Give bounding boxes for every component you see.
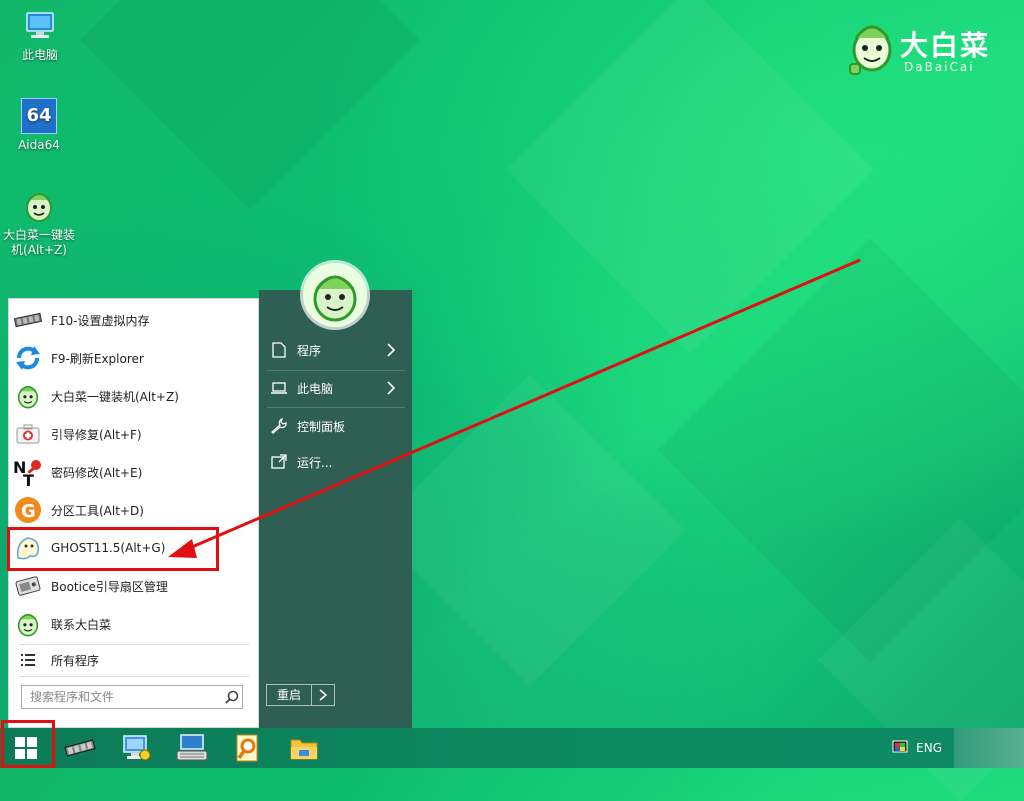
- taskbar: ENG: [0, 728, 1024, 768]
- file-explorer-icon: [290, 739, 318, 760]
- taskbar-search-tool-app[interactable]: [222, 728, 274, 768]
- start-menu-left-panel: F10-设置虚拟内存 F9-刷新Explorer 大白菜一键装机(Alt+Z) …: [8, 298, 259, 728]
- menu-item-label: F9-刷新Explorer: [51, 351, 144, 366]
- right-item-this-pc[interactable]: 此电脑: [259, 370, 412, 406]
- right-item-label: 运行...: [297, 455, 333, 470]
- menu-item-virtual-memory[interactable]: F10-设置虚拟内存: [9, 301, 258, 339]
- menu-item-password-change[interactable]: NT 密码修改(Alt+E): [9, 453, 258, 491]
- chevron-right-icon: [387, 343, 396, 357]
- taskbar-memory-app[interactable]: [54, 728, 106, 768]
- list-icon: [13, 650, 43, 670]
- language-indicator[interactable]: ENG: [916, 741, 942, 755]
- color-display-icon[interactable]: [892, 740, 908, 756]
- first-aid-icon: [13, 419, 43, 449]
- desktop-icon-label: 大白菜一键装机(Alt+Z): [2, 228, 75, 257]
- start-menu: F10-设置虚拟内存 F9-刷新Explorer 大白菜一键装机(Alt+Z) …: [0, 290, 412, 728]
- start-menu-right-panel: 程序 此电脑 控制面板 运行... 重启: [259, 290, 412, 728]
- taskbar-keyboard-app[interactable]: [166, 728, 218, 768]
- right-item-control-panel[interactable]: 控制面板: [259, 408, 412, 444]
- laptop-icon: [270, 379, 288, 397]
- restart-button[interactable]: 重启: [267, 685, 311, 705]
- document-icon: [270, 341, 288, 359]
- desktop-icon-dabaicai-install[interactable]: 大白菜一键装机(Alt+Z): [1, 188, 77, 258]
- menu-item-label: 联系大白菜: [51, 617, 112, 632]
- all-programs-label: 所有程序: [51, 653, 100, 668]
- menu-item-bootice[interactable]: Bootice引导扇区管理: [9, 567, 258, 605]
- user-avatar: [303, 263, 367, 327]
- cabbage-icon: [21, 188, 57, 224]
- cabbage-icon: [13, 609, 43, 639]
- restart-options-button[interactable]: [311, 685, 334, 705]
- menu-item-label: 密码修改(Alt+E): [51, 465, 143, 480]
- desktop-icon-aida64[interactable]: 64 Aida64: [1, 98, 77, 153]
- svg-text:G: G: [21, 501, 36, 522]
- refresh-icon: [13, 343, 43, 373]
- chevron-right-icon: [319, 689, 328, 701]
- memory-chip-icon: [13, 305, 43, 335]
- aida64-badge: 64: [26, 105, 52, 126]
- right-item-label: 程序: [297, 343, 322, 358]
- start-button-highlight-box: [1, 720, 55, 768]
- aida64-icon: 64: [21, 98, 57, 134]
- menu-item-refresh-explorer[interactable]: F9-刷新Explorer: [9, 339, 258, 377]
- menu-item-label: 分区工具(Alt+D): [51, 503, 144, 518]
- menu-item-label: F10-设置虚拟内存: [51, 313, 150, 328]
- menu-item-contact-dabaicai[interactable]: 联系大白菜: [9, 605, 258, 643]
- search-icon[interactable]: [222, 687, 242, 707]
- disk-icon: [13, 571, 43, 601]
- search-input[interactable]: [22, 687, 222, 707]
- search-box[interactable]: [21, 685, 243, 709]
- taskbar-file-explorer[interactable]: [278, 728, 330, 768]
- menu-item-partition-tool[interactable]: G 分区工具(Alt+D): [9, 491, 258, 529]
- svg-text:T: T: [23, 471, 34, 487]
- right-item-programs[interactable]: 程序: [259, 332, 412, 368]
- brand-title: 大白菜: [900, 29, 991, 62]
- restart-control: 重启: [266, 684, 336, 706]
- right-item-label: 控制面板: [297, 419, 346, 434]
- menu-item-label: 引导修复(Alt+F): [51, 427, 142, 442]
- taskbar-network-app[interactable]: [110, 728, 162, 768]
- menu-item-dabaicai-install[interactable]: 大白菜一键装机(Alt+Z): [9, 377, 258, 415]
- desktop-icon-this-pc[interactable]: 此电脑: [2, 8, 78, 63]
- keyboard-icon: [176, 734, 208, 761]
- run-icon: [270, 453, 288, 471]
- computer-icon: [22, 8, 58, 44]
- brand-logo: 大白菜 DaBaiCai: [848, 18, 1008, 82]
- partition-tool-icon: G: [13, 495, 43, 525]
- search-tool-icon: [236, 734, 258, 762]
- memory-chip-icon: [64, 739, 96, 757]
- menu-item-boot-repair[interactable]: 引导修复(Alt+F): [9, 415, 258, 453]
- right-item-label: 此电脑: [297, 381, 334, 396]
- all-programs-button[interactable]: 所有程序: [9, 645, 258, 675]
- clock-area[interactable]: [954, 728, 1024, 768]
- cabbage-mascot-icon: [849, 25, 892, 75]
- right-item-run[interactable]: 运行...: [259, 444, 412, 480]
- menu-item-label: Bootice引导扇区管理: [51, 579, 168, 594]
- wrench-icon: [270, 417, 288, 435]
- brand-subtitle: DaBaiCai: [904, 60, 975, 74]
- cabbage-icon: [13, 381, 43, 411]
- cabbage-mascot-icon: [303, 263, 367, 327]
- ghost-highlight-box: [7, 527, 219, 571]
- desktop-icon-label: 此电脑: [21, 48, 58, 62]
- network-icon: [123, 735, 151, 761]
- chevron-right-icon: [387, 381, 396, 395]
- password-key-icon: NT: [13, 457, 43, 487]
- system-tray: ENG: [892, 728, 1024, 768]
- desktop-icon-label: Aida64: [18, 138, 60, 152]
- menu-separator: [19, 676, 249, 677]
- menu-item-label: 大白菜一键装机(Alt+Z): [51, 389, 179, 404]
